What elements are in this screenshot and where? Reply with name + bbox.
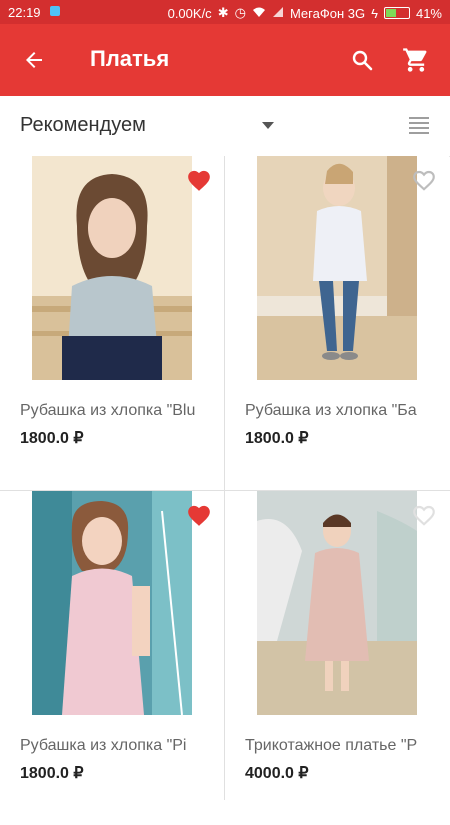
cart-button[interactable] <box>400 44 432 76</box>
status-left: 22:19 <box>8 5 61 20</box>
product-price: 1800.0 ₽ <box>20 765 84 782</box>
favorite-heart-outline-icon[interactable] <box>411 168 437 192</box>
battery-percent: 41% <box>415 5 442 21</box>
favorite-heart-icon[interactable] <box>186 168 212 192</box>
back-button[interactable] <box>16 46 52 74</box>
product-price: 4000.0 ₽ <box>245 765 309 782</box>
product-card[interactable]: Рубашка из хлопка "Ба 1800.0 ₽ <box>225 156 449 490</box>
wifi-icon <box>252 6 266 21</box>
app-bar: Платья <box>0 24 450 96</box>
sort-bar: Рекомендуем <box>0 96 450 157</box>
product-price: 1800.0 ₽ <box>245 430 309 447</box>
favorite-heart-outline-icon[interactable] <box>411 503 437 527</box>
search-button[interactable] <box>348 46 376 74</box>
product-name: Рубашка из хлопка "Ба <box>245 402 417 419</box>
product-photo <box>257 491 417 715</box>
product-card[interactable]: Рубашка из хлопка "Blu 1800.0 ₽ <box>0 156 224 490</box>
product-name: Трикотажное платье "Р <box>245 737 418 754</box>
bluetooth-icon: ✱ <box>217 5 229 20</box>
product-photo <box>32 491 192 715</box>
status-right: 0.00K/c ✱ ◷ МегаФон 3G ϟ 41% <box>168 5 442 21</box>
battery-fill <box>385 9 396 17</box>
cart-icon <box>403 48 427 72</box>
status-bar: 22:19 0.00K/c ✱ ◷ МегаФон 3G ϟ 41% <box>0 0 450 24</box>
product-name: Рубашка из хлопка "Pi <box>20 737 187 754</box>
status-time: 22:19 <box>8 5 41 20</box>
carrier-name: МегаФон 3G <box>289 5 366 21</box>
signal-icon <box>272 6 284 21</box>
product-card[interactable]: Трикотажное платье "Р 4000.0 ₽ <box>225 491 449 825</box>
product-card[interactable]: Рубашка из хлопка "Pi 1800.0 ₽ <box>0 491 224 825</box>
battery-icon <box>383 7 410 19</box>
product-photo <box>257 156 417 380</box>
search-icon <box>352 50 373 71</box>
list-view-icon[interactable] <box>408 114 430 136</box>
product-grid: Рубашка из хлопка "Blu 1800.0 ₽ Рубашка … <box>0 156 450 825</box>
product-price: 1800.0 ₽ <box>20 430 84 447</box>
charging-icon: ϟ <box>371 5 378 21</box>
dropdown-arrow-icon[interactable] <box>262 122 274 130</box>
shield-icon <box>49 5 61 20</box>
product-photo <box>32 156 192 380</box>
page-title: Платья <box>90 46 170 71</box>
favorite-heart-icon[interactable] <box>186 503 212 527</box>
alarm-icon: ◷ <box>234 5 246 20</box>
sort-dropdown[interactable]: Рекомендуем <box>20 114 146 137</box>
product-name: Рубашка из хлопка "Blu <box>20 402 196 419</box>
net-speed: 0.00K/c <box>167 5 212 21</box>
arrow-left-icon <box>26 52 42 68</box>
